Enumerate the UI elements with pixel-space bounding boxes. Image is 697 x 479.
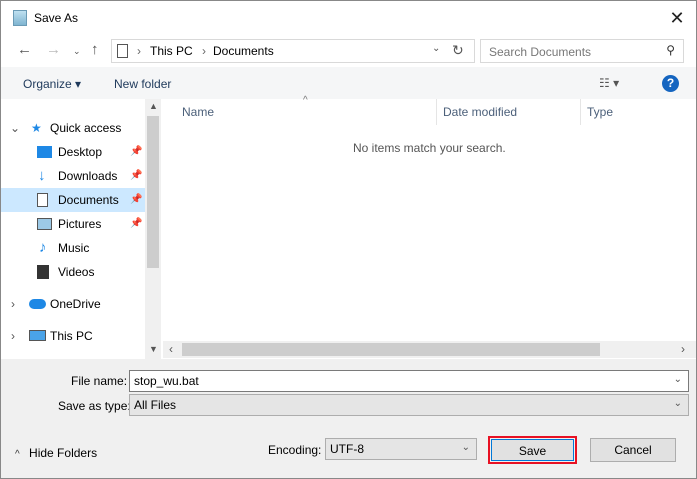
nav-label: This PC xyxy=(50,329,93,343)
back-button[interactable]: ← xyxy=(17,41,32,58)
nav-documents[interactable]: Documents 📌 xyxy=(1,188,145,212)
scroll-down-icon[interactable]: ▼ xyxy=(149,344,158,354)
nav-label: Videos xyxy=(58,265,95,279)
sort-arrow-icon: ^ xyxy=(303,95,308,106)
hide-folders-label: Hide Folders xyxy=(29,446,98,460)
scroll-thumb[interactable] xyxy=(147,116,159,268)
nav-onedrive[interactable]: › OneDrive xyxy=(1,292,145,316)
view-options-icon[interactable]: ☷ ▾ xyxy=(599,76,619,90)
videos-icon xyxy=(37,265,49,279)
scroll-thumb[interactable] xyxy=(182,343,600,356)
title-bar: Save As ✕ xyxy=(1,1,696,36)
desktop-icon xyxy=(37,146,52,158)
nav-label: Music xyxy=(58,241,90,255)
hide-folders-button[interactable]: ^ Hide Folders xyxy=(15,446,97,460)
nav-label: Pictures xyxy=(58,217,102,231)
up-button[interactable]: ↑ xyxy=(91,41,99,58)
nav-label: Downloads xyxy=(58,169,118,183)
music-icon: ♪ xyxy=(39,239,47,256)
breadcrumb-this-pc[interactable]: This PC xyxy=(150,44,193,58)
nav-pictures[interactable]: Pictures 📌 xyxy=(1,212,145,236)
organize-label: Organize xyxy=(23,77,72,91)
encoding-label: Encoding: xyxy=(268,443,322,457)
notepad-icon xyxy=(13,10,27,26)
chevron-down-icon[interactable]: ⌄ xyxy=(432,43,440,54)
address-bar[interactable]: › This PC › Documents ⌄ ↻ xyxy=(111,39,475,63)
breadcrumb-documents[interactable]: Documents xyxy=(213,44,274,58)
save-as-dialog: Save As ✕ ← → ⌄ ↑ › This PC › Documents … xyxy=(0,0,697,479)
search-icon: ⚲ xyxy=(666,43,675,57)
chevron-down-icon[interactable]: ⌄ xyxy=(10,116,20,140)
nav-desktop[interactable]: Desktop 📌 xyxy=(1,140,145,164)
column-divider xyxy=(436,99,437,125)
star-icon: ★ xyxy=(31,121,42,135)
documents-icon xyxy=(37,193,48,207)
separator: › xyxy=(202,44,206,58)
recent-dropdown[interactable]: ⌄ xyxy=(73,46,81,57)
empty-message: No items match your search. xyxy=(353,141,506,155)
pin-icon: 📌 xyxy=(130,170,143,181)
nav-videos[interactable]: Videos xyxy=(1,260,145,284)
help-icon[interactable]: ? xyxy=(662,75,679,92)
navigation-pane: ⌄ ★ Quick access Desktop 📌 ↓ Downloads 📌 Docu… xyxy=(1,99,161,359)
column-name[interactable]: Name xyxy=(182,105,214,119)
documents-icon xyxy=(117,44,128,58)
toolbar: Organize ▾ New folder ☷ ▾ ? xyxy=(1,67,696,99)
window-title: Save As xyxy=(34,11,79,25)
nav-label: Documents xyxy=(58,193,119,207)
separator: › xyxy=(137,44,141,58)
save-button[interactable]: Save xyxy=(491,439,574,461)
nav-downloads[interactable]: ↓ Downloads 📌 xyxy=(1,164,145,188)
chevron-right-icon[interactable]: › xyxy=(11,292,15,316)
nav-label: Quick access xyxy=(50,121,122,135)
download-icon: ↓ xyxy=(38,167,46,184)
pin-icon: 📌 xyxy=(130,218,143,229)
chevron-up-icon: ^ xyxy=(15,449,20,460)
cancel-button[interactable]: Cancel xyxy=(590,438,676,462)
file-name-value: stop_wu.bat xyxy=(134,374,199,388)
file-name-input[interactable]: stop_wu.bat ⌄ xyxy=(129,370,689,392)
close-button[interactable]: ✕ xyxy=(664,7,690,29)
column-divider xyxy=(580,99,581,125)
scroll-left-icon[interactable]: ‹ xyxy=(169,342,173,356)
column-date-modified[interactable]: Date modified xyxy=(443,105,517,119)
file-name-label: File name: xyxy=(71,374,128,388)
horizontal-scrollbar[interactable]: ‹ › xyxy=(163,341,696,358)
column-type[interactable]: Type xyxy=(587,105,613,119)
nav-label: OneDrive xyxy=(50,297,101,311)
scroll-up-icon[interactable]: ▲ xyxy=(149,101,158,111)
chevron-down-icon[interactable]: ⌄ xyxy=(462,442,470,453)
nav-music[interactable]: ♪ Music xyxy=(1,236,145,260)
pin-icon: 📌 xyxy=(130,194,143,205)
organize-button[interactable]: Organize ▾ xyxy=(23,77,81,91)
pictures-icon xyxy=(37,218,52,230)
refresh-icon[interactable]: ↻ xyxy=(452,42,464,59)
bottom-panel: File name: stop_wu.bat ⌄ Save as type: Al… xyxy=(1,359,696,478)
scroll-right-icon[interactable]: › xyxy=(681,342,685,356)
pin-icon: 📌 xyxy=(130,146,143,157)
chevron-right-icon[interactable]: › xyxy=(11,324,15,348)
save-as-type-label: Save as type: xyxy=(58,399,131,413)
nav-quick-access[interactable]: ⌄ ★ Quick access xyxy=(1,116,145,140)
new-folder-button[interactable]: New folder xyxy=(114,77,171,91)
save-as-type-select[interactable]: All Files ⌄ xyxy=(129,394,689,416)
nav-label: Desktop xyxy=(58,145,103,159)
cloud-icon xyxy=(29,299,46,309)
save-as-type-value: All Files xyxy=(134,398,177,412)
forward-button[interactable]: → xyxy=(46,41,61,58)
encoding-value: UTF-8 xyxy=(330,442,364,456)
nav-this-pc[interactable]: › This PC xyxy=(1,324,145,348)
nav-scrollbar[interactable]: ▲ ▼ xyxy=(145,99,161,359)
computer-icon xyxy=(29,330,46,341)
encoding-select[interactable]: UTF-8 ⌄ xyxy=(325,438,477,460)
save-highlight: Save xyxy=(488,436,577,464)
chevron-down-icon[interactable]: ⌄ xyxy=(674,398,682,409)
search-input[interactable]: Search Documents ⚲ xyxy=(480,39,684,63)
chevron-down-icon[interactable]: ⌄ xyxy=(674,374,682,385)
search-placeholder: Search Documents xyxy=(489,45,592,59)
